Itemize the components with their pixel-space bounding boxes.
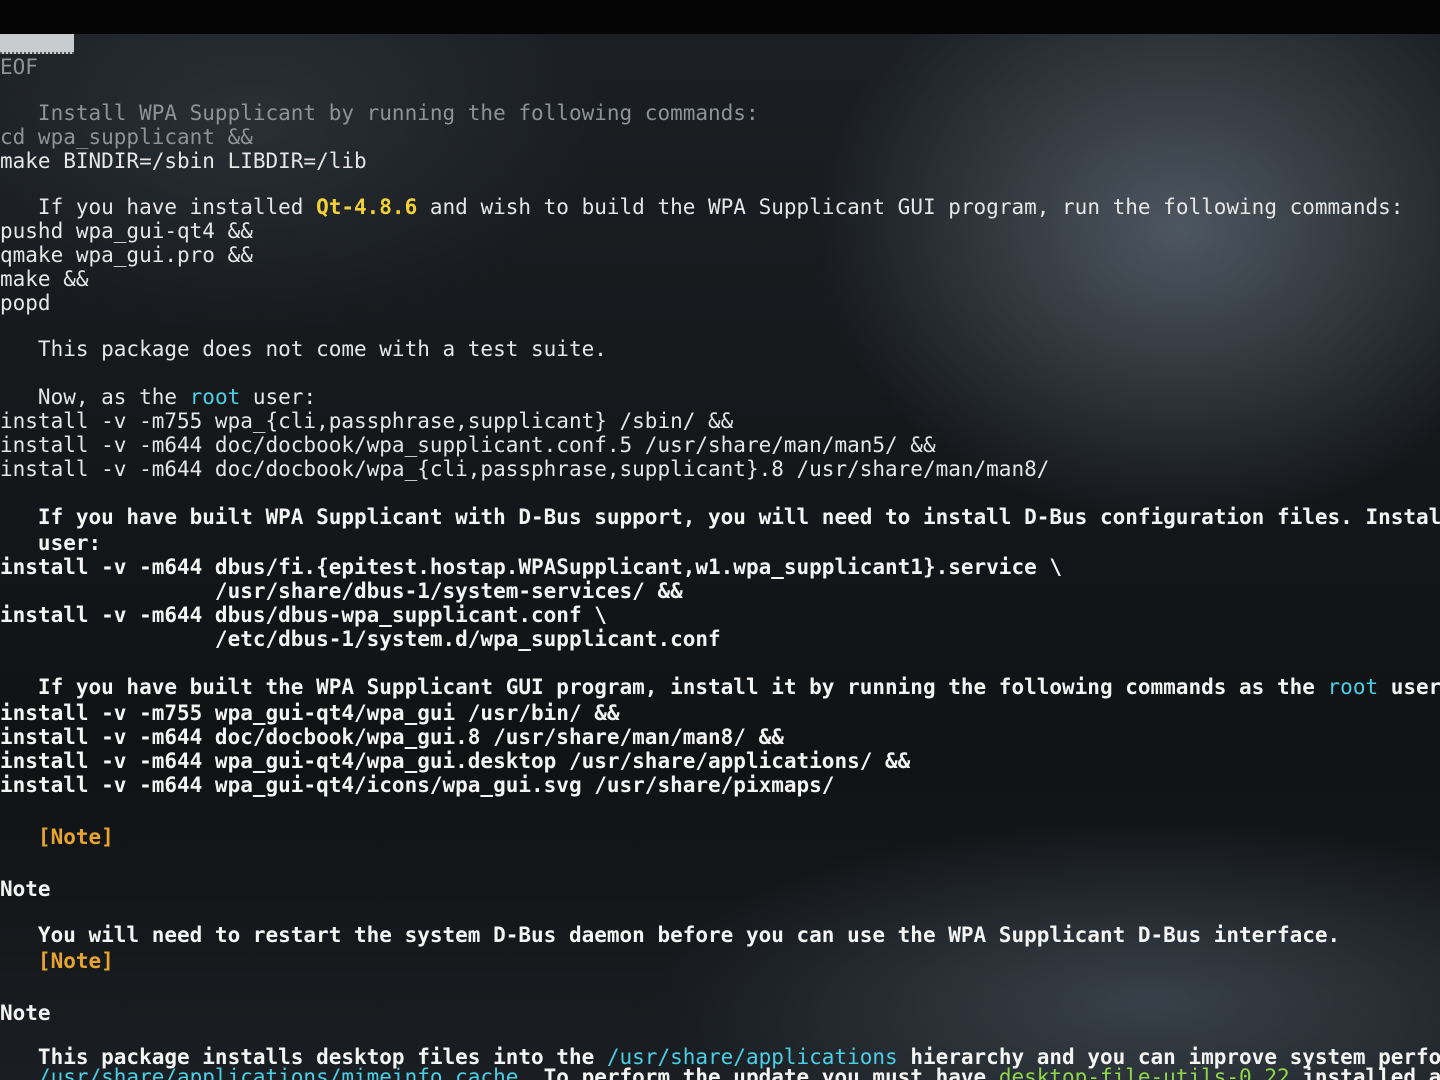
terminal-line: EOF xyxy=(0,54,38,80)
terminal-text-segment: qmake wpa_gui.pro && xyxy=(0,243,253,267)
terminal-text-segment: install -v -m644 wpa_gui-qt4/wpa_gui.des… xyxy=(0,749,911,773)
terminal-text-segment: install -v -m644 wpa_gui-qt4/icons/wpa_g… xyxy=(0,773,835,797)
terminal-text-segment: install -v -m755 wpa_gui-qt4/wpa_gui /us… xyxy=(0,701,620,725)
terminal-text-segment: install -v -m644 doc/docbook/wpa_gui.8 /… xyxy=(0,725,784,749)
terminal-line: /usr/share/dbus-1/system-services/ && xyxy=(0,578,683,604)
terminal-text-segment: root xyxy=(189,385,241,409)
terminal-text-segment: desktop-file-utils-0.22 xyxy=(998,1065,1290,1080)
terminal-text-segment: If you have installed xyxy=(0,195,317,219)
terminal-text-segment: EOF xyxy=(0,55,38,79)
terminal-line: [Note] xyxy=(0,948,114,974)
terminal-text-segment: Note xyxy=(0,1001,51,1025)
terminal-line: user: xyxy=(0,530,101,556)
terminal-text-segment: If you have built WPA Supplicant with D-… xyxy=(0,505,1440,529)
terminal-text-segment: /etc/dbus-1/system.d/wpa_supplicant.conf xyxy=(0,627,721,651)
terminal-text-segment: popd xyxy=(0,291,51,315)
terminal-text-segment: make BINDIR=/sbin LIBDIR=/lib xyxy=(0,149,367,173)
terminal-line: pushd wpa_gui-qt4 && xyxy=(0,218,253,244)
tab-indicator xyxy=(0,34,74,54)
terminal-text-segment: [Note] xyxy=(0,825,114,849)
terminal-text-segment: Qt-4.8.6 xyxy=(316,195,418,219)
terminal-text-segment: /usr/share/dbus-1/system-services/ && xyxy=(0,579,683,603)
terminal-text-segment: This package does not come with a test s… xyxy=(0,337,607,361)
terminal-text-segment: Note xyxy=(0,877,51,901)
terminal-line: make BINDIR=/sbin LIBDIR=/lib xyxy=(0,148,367,174)
screen-top-bezel xyxy=(0,0,1440,34)
terminal-line: install -v -m644 doc/docbook/wpa_{cli,pa… xyxy=(0,456,1049,482)
terminal-text-segment: user: xyxy=(240,385,317,409)
terminal-text-segment: Install WPA Supplicant by running the fo… xyxy=(0,101,759,125)
terminal-line: install -v -m644 dbus/fi.{epitest.hostap… xyxy=(0,554,1062,580)
terminal-line: popd xyxy=(0,290,51,316)
terminal-line: Note xyxy=(0,1000,51,1026)
terminal-text-segment: cd wpa_supplicant && xyxy=(0,125,253,149)
terminal-text-segment: user: xyxy=(1390,675,1440,699)
terminal-text-segment: Now, as the xyxy=(0,385,190,409)
terminal-text-segment: and wish to build the WPA Supplicant GUI… xyxy=(417,195,1404,219)
terminal-text-segment: [Note] xyxy=(0,949,114,973)
terminal-line: If you have built the WPA Supplicant GUI… xyxy=(0,674,1440,700)
terminal-text-segment: install -v -m755 wpa_{cli,passphrase,sup… xyxy=(0,409,734,433)
terminal-text-segment: install -v -m644 doc/docbook/wpa_{cli,pa… xyxy=(0,457,1050,481)
terminal-line: make && xyxy=(0,266,89,292)
terminal-line: install -v -m644 doc/docbook/wpa_gui.8 /… xyxy=(0,724,784,750)
terminal-line: Install WPA Supplicant by running the fo… xyxy=(0,100,759,126)
terminal-line: install -v -m644 doc/docbook/wpa_supplic… xyxy=(0,432,936,458)
terminal-output[interactable]: EOF Install WPA Supplicant by running th… xyxy=(0,54,1440,1080)
terminal-line: /etc/dbus-1/system.d/wpa_supplicant.conf xyxy=(0,626,721,652)
terminal-text-segment: install -v -m644 dbus/fi.{epitest.hostap… xyxy=(0,555,1063,579)
terminal-text-segment: make && xyxy=(0,267,89,291)
terminal-line: qmake wpa_gui.pro && xyxy=(0,242,253,268)
terminal-text-segment: root xyxy=(1327,675,1379,699)
terminal-screen: EOF Install WPA Supplicant by running th… xyxy=(0,0,1440,1080)
terminal-text-segment: You will need to restart the system D-Bu… xyxy=(0,923,1341,947)
terminal-text-segment: /usr/share/applications/mimeinfo.cache xyxy=(0,1065,519,1080)
terminal-text-segment: user: xyxy=(0,531,102,555)
terminal-text-segment: install -v -m644 doc/docbook/wpa_supplic… xyxy=(0,433,936,457)
terminal-line: /usr/share/applications/mimeinfo.cache. … xyxy=(0,1064,1440,1080)
terminal-line: install -v -m644 dbus/dbus-wpa_supplican… xyxy=(0,602,607,628)
terminal-line: cd wpa_supplicant && xyxy=(0,124,253,150)
terminal-line: Note xyxy=(0,876,51,902)
terminal-line: Now, as the root user: xyxy=(0,384,316,410)
terminal-text-segment: . To perform the update you must have xyxy=(518,1065,999,1080)
terminal-line: If you have installed Qt-4.8.6 and wish … xyxy=(0,194,1403,220)
terminal-text-segment: install -v -m644 dbus/dbus-wpa_supplican… xyxy=(0,603,607,627)
terminal-line: install -v -m644 wpa_gui-qt4/icons/wpa_g… xyxy=(0,772,834,798)
terminal-line: install -v -m755 wpa_gui-qt4/wpa_gui /us… xyxy=(0,700,620,726)
terminal-text-segment: If you have built the WPA Supplicant GUI… xyxy=(0,675,1328,699)
terminal-line: If you have built WPA Supplicant with D-… xyxy=(0,504,1440,530)
terminal-line: You will need to restart the system D-Bu… xyxy=(0,922,1340,948)
terminal-text-segment: pushd wpa_gui-qt4 && xyxy=(0,219,253,243)
terminal-line: install -v -m644 wpa_gui-qt4/wpa_gui.des… xyxy=(0,748,910,774)
terminal-line: install -v -m755 wpa_{cli,passphrase,sup… xyxy=(0,408,733,434)
terminal-line: [Note] xyxy=(0,824,114,850)
terminal-line: This package does not come with a test s… xyxy=(0,336,607,362)
terminal-text-segment: installed and xyxy=(1302,1065,1440,1080)
